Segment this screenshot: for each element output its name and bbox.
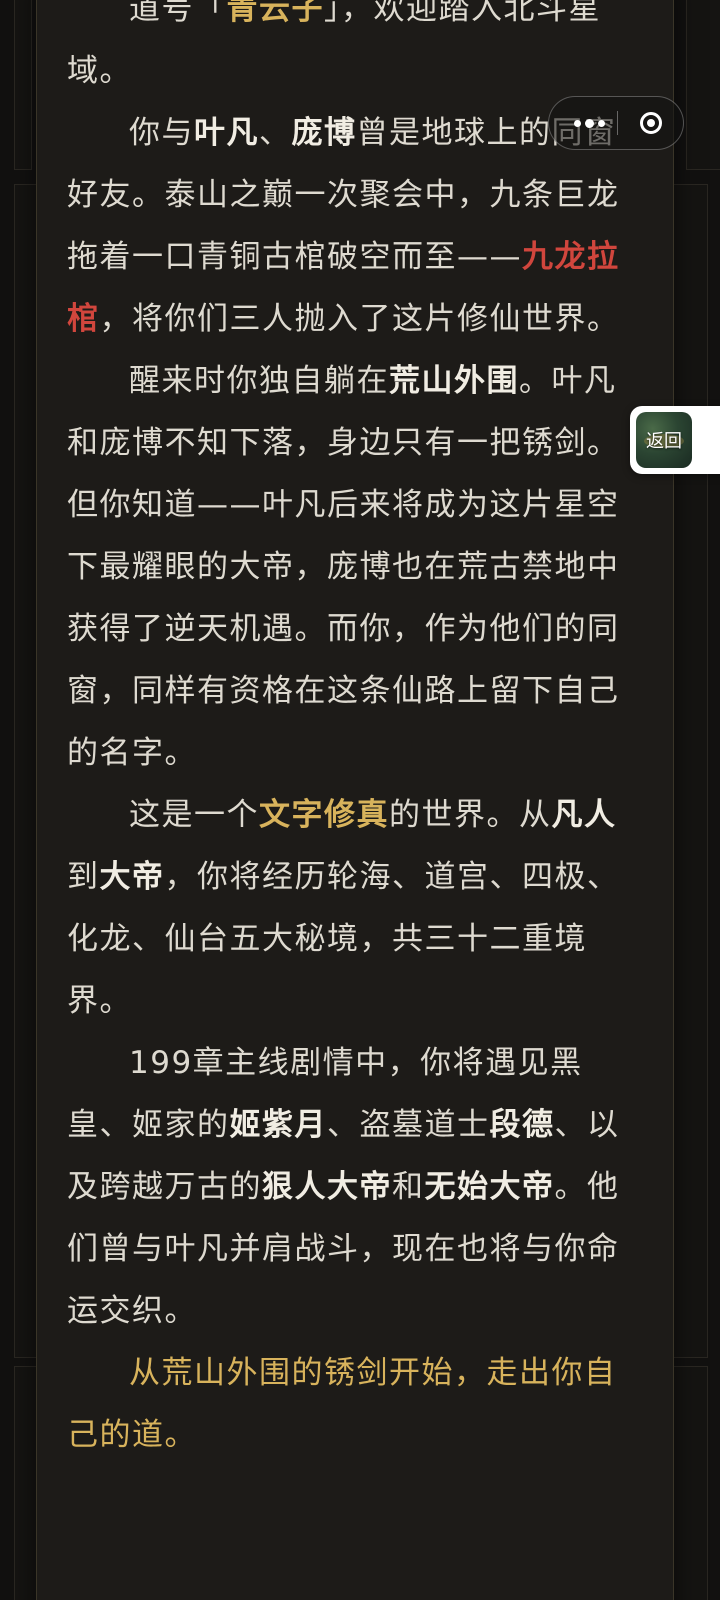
name-wu-shi: 无始大帝 <box>424 1169 555 1205</box>
ring-shape <box>640 112 662 134</box>
dao-name-highlight: 青云子 <box>226 0 324 27</box>
capsule-divider <box>617 111 618 135</box>
text-span: ，将你们三人抛入了这片修仙世界。 <box>99 301 620 337</box>
story-intro-card: 道号「青云子」，欢迎踏入北斗星域。 你与叶凡、庞博曾是地球上的同窗好友。泰山之巅… <box>36 0 674 1600</box>
text-span: 、 <box>259 115 292 151</box>
target-circle-icon[interactable] <box>629 97 673 149</box>
name-duan-de: 段德 <box>489 1107 555 1143</box>
dot <box>573 119 581 127</box>
text-span: 从荒山外围的锈剑开始，走出你自己的道。 <box>67 1355 617 1453</box>
text-span: 道号「 <box>129 0 227 27</box>
text-span: 、盗墓道士 <box>327 1107 490 1143</box>
text-span: 醒来时你独自躺在 <box>129 363 389 399</box>
story-paragraph-awakening: 醒来时你独自躺在荒山外围。叶凡和庞博不知下落，身边只有一把锈剑。但你知道——叶凡… <box>67 350 647 784</box>
name-pang-bo: 庞博 <box>291 115 357 151</box>
dot <box>584 118 594 128</box>
ring-center <box>647 119 655 127</box>
text-span: 到 <box>67 859 100 895</box>
story-paragraph-world: 这是一个文字修真的世界。从凡人到大帝，你将经历轮海、道宫、四极、化龙、仙台五大秘… <box>67 784 647 1032</box>
mini-program-capsule <box>548 96 684 150</box>
text-span: 的世界。从 <box>389 797 552 833</box>
dot <box>597 119 605 127</box>
back-label: 返回 <box>646 431 682 452</box>
story-paragraph-call-to-action: 从荒山外围的锈剑开始，走出你自己的道。 <box>67 1342 647 1466</box>
text-span: 你与 <box>129 115 194 151</box>
name-hen-ren: 狠人大帝 <box>262 1169 392 1205</box>
background-panel-top <box>14 0 32 170</box>
text-span: 这是一个 <box>129 797 259 833</box>
text-span: 和 <box>392 1169 425 1205</box>
name-ji-ziyue: 姬紫月 <box>229 1107 327 1143</box>
text-span: 。叶凡和庞博不知下落，身边只有一把锈剑。但你知道——叶凡后来将成为这片星空下最耀… <box>67 363 620 771</box>
story-paragraph-welcome: 道号「青云子」，欢迎踏入北斗星域。 <box>67 0 647 102</box>
background-panel-right <box>686 0 720 170</box>
more-dots-icon[interactable] <box>563 97 615 149</box>
place-highlight: 荒山外围 <box>389 363 519 399</box>
story-paragraph-characters: 199章主线剧情中，你将遇见黑皇、姬家的姬紫月、盗墓道士段德、以及跨越万古的狠人… <box>67 1032 647 1342</box>
name-ye-fan: 叶凡 <box>194 115 259 151</box>
realm-emperor: 大帝 <box>99 859 165 895</box>
story-text: 道号「青云子」，欢迎踏入北斗星域。 你与叶凡、庞博曾是地球上的同窗好友。泰山之巅… <box>67 0 647 1466</box>
realm-mortal: 凡人 <box>551 797 617 833</box>
back-floating-button[interactable]: 返回 <box>630 406 720 474</box>
genre-highlight: 文字修真 <box>259 797 389 833</box>
